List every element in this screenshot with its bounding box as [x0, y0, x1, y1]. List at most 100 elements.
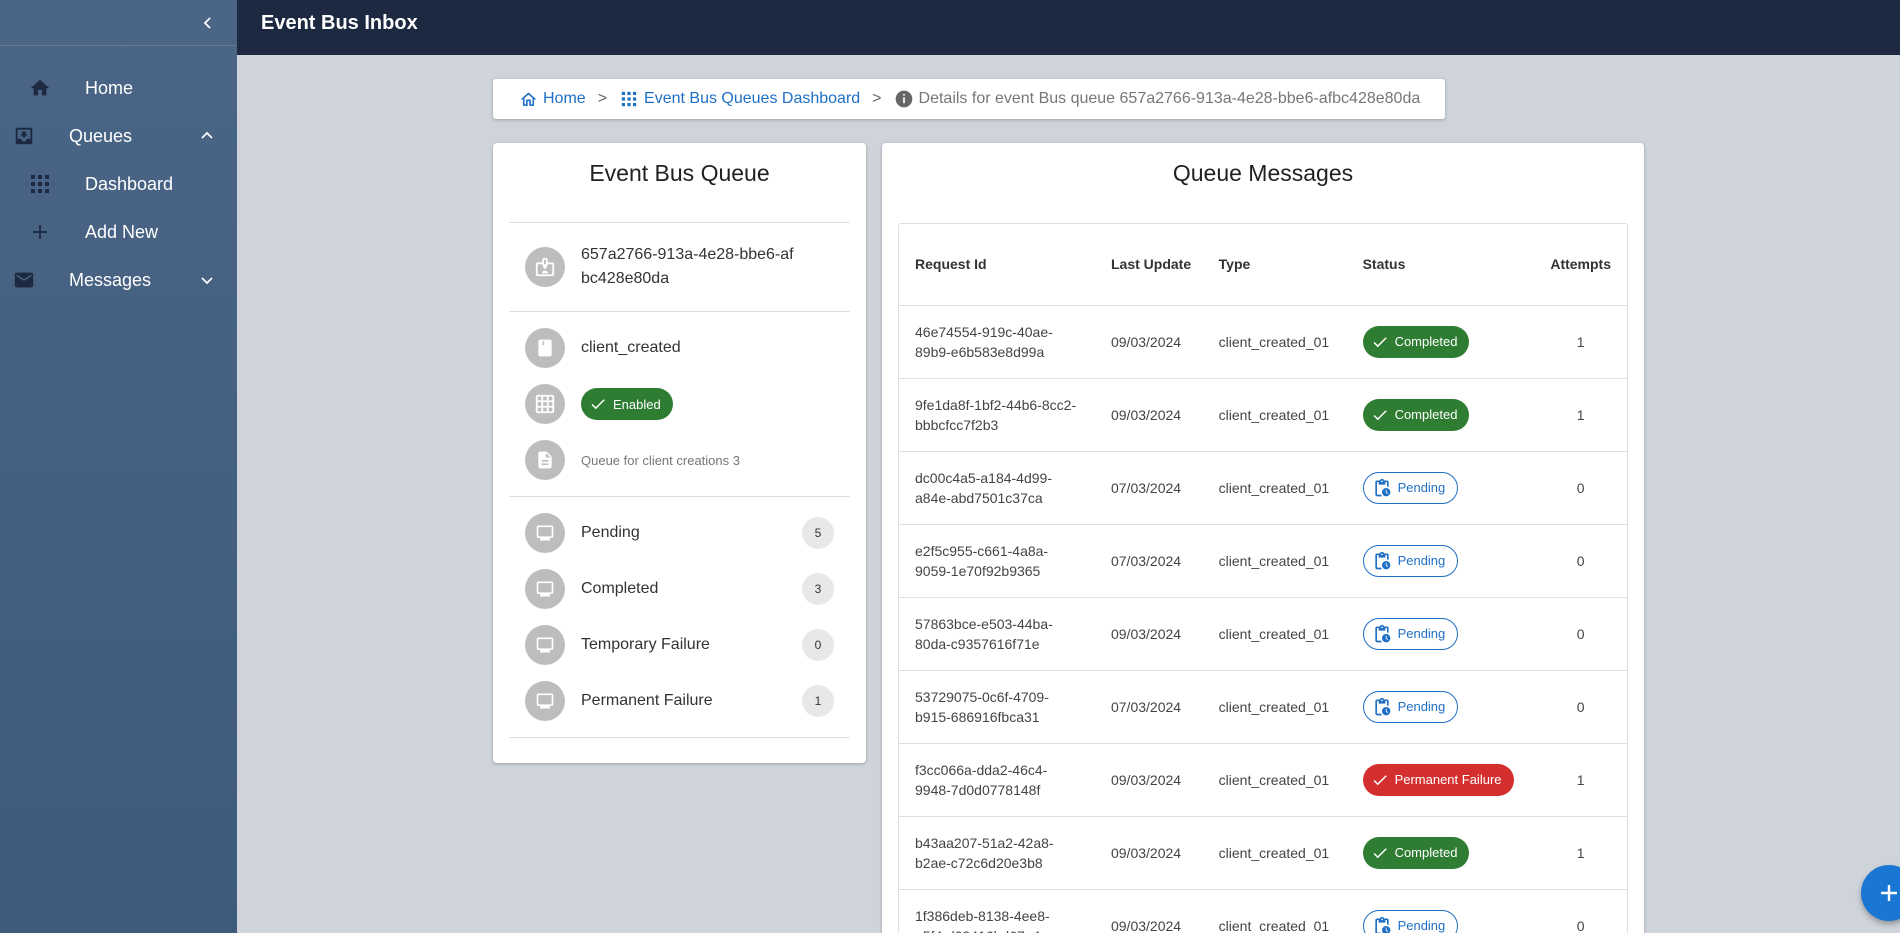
check-icon	[591, 399, 605, 410]
sidebar-item-dashboard[interactable]: Dashboard	[0, 160, 237, 208]
grid-table-icon	[525, 384, 565, 424]
chevron-up-icon	[197, 126, 217, 146]
queue-event-type-row: client_created	[493, 320, 866, 376]
table-row[interactable]: 9fe1da8f-1bf2-44b6-8cc2-bbbcfcc7f2b3 09/0…	[899, 378, 1627, 452]
status-label: Completed	[1394, 406, 1458, 422]
queue-event-type: client_created	[581, 339, 681, 356]
status-chip: Completed	[1362, 325, 1470, 358]
sidebar-item-messages[interactable]: Messages	[0, 256, 237, 304]
grid-icon	[619, 89, 639, 109]
count-row-completed: Completed 3	[493, 561, 866, 617]
cell-type: client_created_01	[1202, 816, 1347, 890]
cell-attempts: 1	[1534, 305, 1627, 379]
status-chip: Pending	[1362, 617, 1459, 650]
cell-status: Permanent Failure	[1346, 743, 1535, 817]
column-header-type[interactable]: Type	[1202, 224, 1347, 306]
table-row[interactable]: 46e74554-919c-40ae-89b9-e6b583e8d99a 09/0…	[899, 305, 1627, 379]
table-row[interactable]: 1f386deb-8138-4ee8-a5f4-d09416bd67e409/0…	[899, 889, 1627, 933]
table-row[interactable]: b43aa207-51a2-42a8-b2ae-c72c6d20e3b8 09/0…	[899, 816, 1627, 890]
inbox-icon	[12, 124, 36, 148]
app-bar: Event Bus Inbox	[237, 0, 1900, 55]
count-label: Pending	[581, 524, 640, 541]
cell-status: Pending	[1346, 597, 1535, 671]
messages-table-container: Request Id Last Update Type Status Attem…	[898, 223, 1628, 933]
cell-last-update: 09/03/2024	[1094, 816, 1203, 890]
cell-last-update: 07/03/2024	[1094, 451, 1203, 525]
queue-id-row: 657a2766-913a-4e28-bbe6-afbc428e80da	[493, 223, 866, 311]
document-icon	[525, 440, 565, 480]
column-header-request-id[interactable]: Request Id	[899, 224, 1095, 306]
status-label: Pending	[1397, 552, 1446, 568]
cell-type: client_created_01	[1202, 889, 1347, 933]
sidebar: Home Queues Dashboard Add New Messages	[0, 0, 237, 933]
cell-attempts: 0	[1534, 670, 1627, 744]
cell-status: Pending	[1346, 889, 1535, 933]
count-row-temporary-failure: Temporary Failure 0	[493, 617, 866, 673]
column-header-attempts[interactable]: Attempts	[1534, 224, 1627, 306]
add-fab-button[interactable]	[1861, 865, 1900, 921]
mail-icon	[12, 268, 36, 292]
cell-type: client_created_01	[1202, 670, 1347, 744]
status-label: Pending	[1397, 698, 1446, 714]
queue-details-card: Event Bus Queue 657a2766-913a-4e28-bbe6-…	[493, 143, 866, 763]
table-row[interactable]: f3cc066a-dda2-46c4-9948-7d0d0778148f 09/0…	[899, 743, 1627, 817]
breadcrumb-separator: >	[597, 90, 608, 107]
monitor-icon	[525, 625, 565, 665]
table-row[interactable]: 57863bce-e503-44ba-80da-c9357616f71e 09/0…	[899, 597, 1627, 671]
cell-last-update: 09/03/2024	[1094, 378, 1203, 452]
count-badge: 1	[802, 685, 834, 717]
messages-table: Request Id Last Update Type Status Attem…	[899, 224, 1627, 933]
collapse-sidebar-button[interactable]	[197, 12, 219, 34]
sidebar-item-queues[interactable]: Queues	[0, 112, 237, 160]
cell-attempts: 0	[1534, 451, 1627, 525]
cell-request-id: e2f5c955-c661-4a8a-9059-1e70f92b9365	[899, 524, 1095, 598]
sidebar-header	[0, 0, 237, 46]
count-label: Completed	[581, 580, 659, 597]
count-label: Temporary Failure	[581, 636, 710, 653]
count-badge: 0	[802, 629, 834, 661]
monitor-icon	[525, 569, 565, 609]
table-row[interactable]: 53729075-0c6f-4709-b915-686916fbca31 07/0…	[899, 670, 1627, 744]
home-outline-icon	[518, 89, 538, 109]
check-icon	[1373, 409, 1387, 420]
chevron-down-icon	[197, 270, 217, 290]
messages-card-title: Queue Messages	[1172, 160, 1354, 186]
cell-request-id: 9fe1da8f-1bf2-44b6-8cc2-bbbcfcc7f2b3	[899, 378, 1095, 452]
queue-id: 657a2766-913a-4e28-bbe6-afbc428e80da	[581, 246, 794, 287]
count-badge: 3	[802, 573, 834, 605]
cell-attempts: 0	[1534, 597, 1627, 671]
cell-type: client_created_01	[1202, 378, 1347, 452]
status-chip: Completed	[1362, 836, 1470, 869]
info-icon	[894, 89, 914, 109]
cell-request-id: 1f386deb-8138-4ee8-a5f4-d09416bd67e4	[899, 889, 1095, 933]
breadcrumb-home-link[interactable]: Home	[518, 89, 586, 109]
sidebar-item-add-new[interactable]: Add New	[0, 208, 237, 256]
cell-request-id: f3cc066a-dda2-46c4-9948-7d0d0778148f	[899, 743, 1095, 817]
check-icon	[1373, 336, 1387, 347]
status-label: Permanent Failure	[1394, 771, 1502, 787]
sidebar-item-home[interactable]: Home	[0, 64, 237, 112]
status-chip: Pending	[1362, 690, 1459, 723]
column-header-last-update[interactable]: Last Update	[1094, 224, 1203, 306]
sidebar-item-label: Messages	[69, 269, 152, 290]
column-header-status[interactable]: Status	[1346, 224, 1535, 306]
cell-last-update: 09/03/2024	[1094, 305, 1203, 379]
plus-icon	[1881, 885, 1897, 901]
cell-request-id: 57863bce-e503-44ba-80da-c9357616f71e	[899, 597, 1095, 671]
table-row[interactable]: dc00c4a5-a184-4d99-a84e-abd7501c37ca 07/0…	[899, 451, 1627, 525]
cell-type: client_created_01	[1202, 597, 1347, 671]
queue-state-row: Enabled	[493, 376, 866, 432]
table-row[interactable]: e2f5c955-c661-4a8a-9059-1e70f92b9365 07/0…	[899, 524, 1627, 598]
cell-last-update: 09/03/2024	[1094, 889, 1203, 933]
queue-card-title: Event Bus Queue	[509, 143, 850, 223]
count-row-permanent-failure: Permanent Failure 1	[493, 673, 866, 729]
breadcrumb-current-label: Details for event Bus queue 657a2766-913…	[918, 90, 1421, 107]
breadcrumb-home-label: Home	[543, 90, 586, 107]
breadcrumb-dashboard-link[interactable]: Event Bus Queues Dashboard	[619, 89, 860, 109]
status-label: Completed	[1394, 844, 1458, 860]
queue-description: Queue for client creations 3	[581, 452, 740, 468]
badge-icon	[525, 247, 565, 287]
count-label: Permanent Failure	[581, 692, 713, 709]
cell-status: Completed	[1346, 816, 1535, 890]
cell-attempts: 1	[1534, 816, 1627, 890]
